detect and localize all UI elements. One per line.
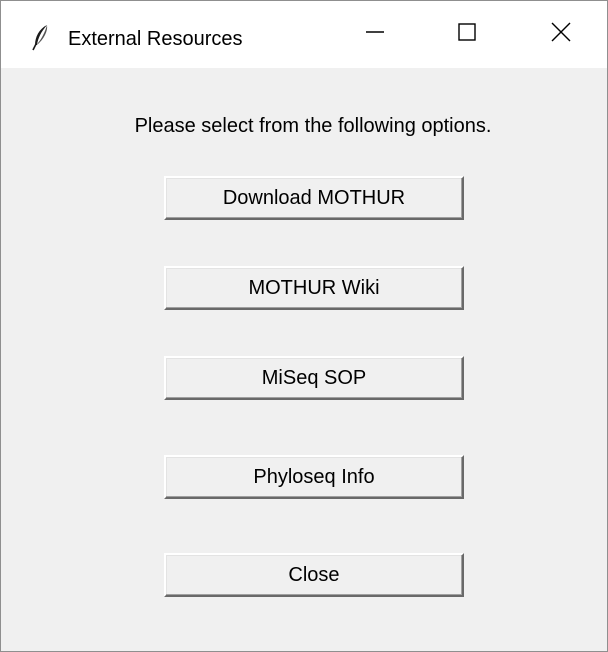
maximize-icon — [456, 21, 478, 48]
phyloseq-info-button[interactable]: Phyloseq Info — [164, 455, 464, 499]
title-bar[interactable]: External Resources — [1, 1, 607, 68]
mothur-wiki-button[interactable]: MOTHUR Wiki — [164, 266, 464, 310]
close-icon — [550, 21, 572, 48]
feather-icon — [29, 23, 53, 51]
external-resources-window: External Resources Please select from th… — [0, 0, 608, 652]
close-window-button[interactable] — [515, 1, 607, 68]
miseq-sop-button[interactable]: MiSeq SOP — [164, 356, 464, 400]
minimize-icon — [364, 21, 386, 48]
instruction-label: Please select from the following options… — [134, 115, 492, 137]
window-title: External Resources — [68, 28, 243, 50]
maximize-button[interactable] — [421, 1, 513, 68]
download-mothur-button[interactable]: Download MOTHUR — [164, 176, 464, 220]
window-content: Please select from the following options… — [1, 68, 607, 651]
close-button[interactable]: Close — [164, 553, 464, 597]
minimize-button[interactable] — [329, 1, 421, 68]
